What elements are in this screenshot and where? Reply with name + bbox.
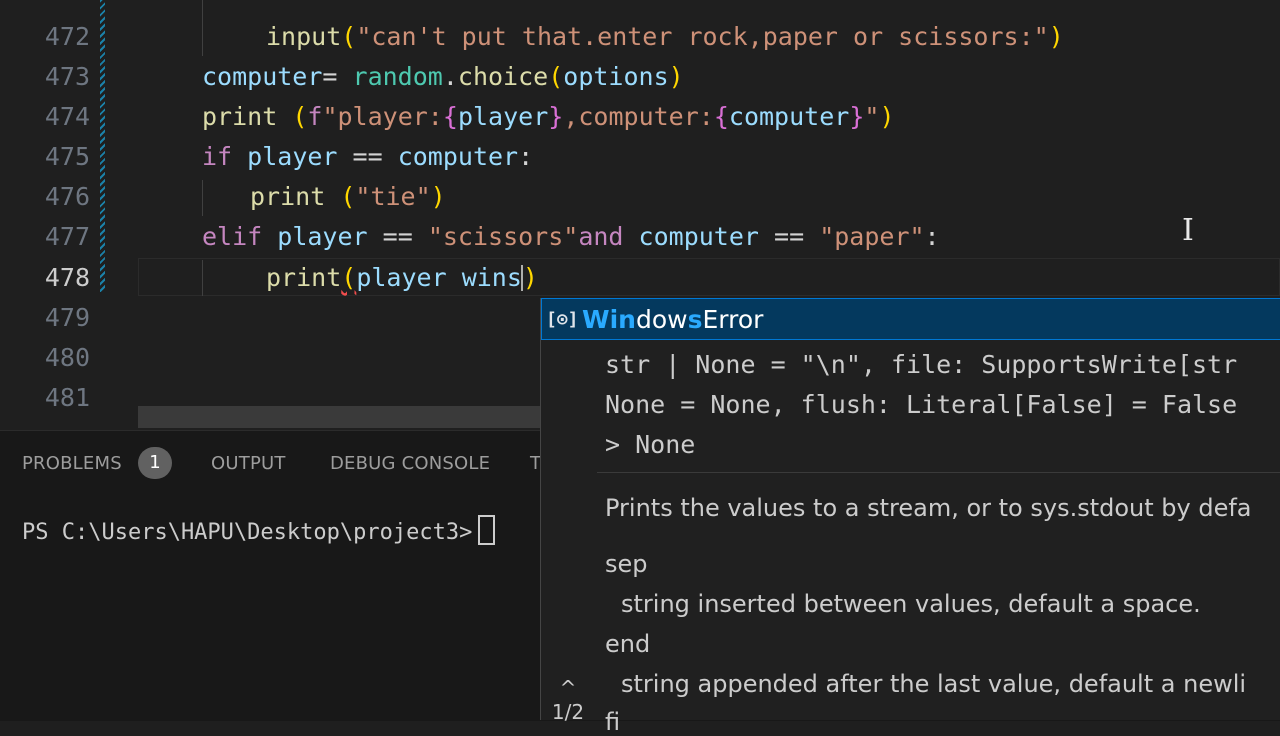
tab-debug-console[interactable]: DEBUG CONSOLE <box>330 453 490 474</box>
line-number: 478 <box>44 263 90 292</box>
code-text: if player == computer: <box>202 142 534 171</box>
code-line[interactable]: 475 if player == computer: <box>0 136 1280 176</box>
signature-line: > None <box>605 430 696 459</box>
suggestion-widget[interactable]: [⊙] WindowsError str | None = "\n", file… <box>540 298 1280 736</box>
terminal-output[interactable]: PS C:\Users\HAPU\Desktop\project3> <box>22 515 496 545</box>
doc-param-name: sep <box>605 550 648 578</box>
doc-description: Prints the values to a stream, or to sys… <box>605 494 1252 522</box>
chevron-up-icon[interactable]: ^ <box>541 676 595 700</box>
code-line[interactable]: 476 print ("tie") <box>0 176 1280 216</box>
suggestion-label: WindowsError <box>582 305 764 334</box>
code-line[interactable]: 477 elif player == "scissors"and compute… <box>0 216 1280 256</box>
line-number: 477 <box>44 222 90 251</box>
doc-param-description: string appended after the last value, de… <box>621 670 1247 698</box>
tab-problems[interactable]: PROBLEMS <box>22 453 122 474</box>
mouse-ibeam-cursor-icon: I <box>1182 213 1194 248</box>
code-text: print(player wins) <box>266 263 538 292</box>
panel-tabs: PROBLEMS 1 OUTPUT DEBUG CONSOLE T <box>0 431 541 495</box>
overload-navigator[interactable]: ^ 1/2 <box>541 676 595 724</box>
code-text: elif player == "scissors"and computer ==… <box>202 222 940 251</box>
code-text: computer= random.choice(options) <box>202 62 684 91</box>
class-symbol-icon: [⊙] <box>546 309 579 330</box>
code-line-active[interactable]: 478 print(player wins) <box>0 257 1280 297</box>
code-line[interactable]: 472 input("can't put that.enter rock,pap… <box>0 16 1280 56</box>
doc-divider <box>597 472 1280 473</box>
terminal-cursor <box>478 515 496 545</box>
signature-line: str | None = "\n", file: SupportsWrite[s… <box>605 350 1238 379</box>
terminal-prompt: PS C:\Users\HAPU\Desktop\project3> <box>22 520 473 545</box>
line-number: 474 <box>44 102 90 131</box>
horizontal-scrollbar[interactable] <box>138 406 540 428</box>
line-number: 473 <box>44 62 90 91</box>
line-number: 479 <box>44 303 90 332</box>
tab-output[interactable]: OUTPUT <box>211 453 286 474</box>
line-number: 472 <box>44 22 90 51</box>
code-line[interactable]: 473 computer= random.choice(options) <box>0 56 1280 96</box>
code-text: print (f"player:{player},computer:{compu… <box>202 102 895 131</box>
line-number: 480 <box>44 343 90 372</box>
line-number: 475 <box>44 142 90 171</box>
code-line[interactable]: 474 print (f"player:{player},computer:{c… <box>0 96 1280 136</box>
doc-param-description: string inserted between values, default … <box>621 590 1201 618</box>
problems-count-badge: 1 <box>138 447 172 479</box>
overload-count: 1/2 <box>551 700 585 724</box>
doc-param-name: end <box>605 630 651 658</box>
signature-line: None = None, flush: Literal[False] = Fal… <box>605 390 1238 419</box>
code-text: input("can't put that.enter rock,paper o… <box>266 22 1064 51</box>
suggestion-item-selected[interactable]: [⊙] WindowsError <box>541 298 1280 340</box>
line-number: 481 <box>44 383 90 412</box>
line-number: 476 <box>44 182 90 211</box>
code-text: print ("tie") <box>250 182 446 211</box>
doc-param-name: fi <box>605 708 621 736</box>
